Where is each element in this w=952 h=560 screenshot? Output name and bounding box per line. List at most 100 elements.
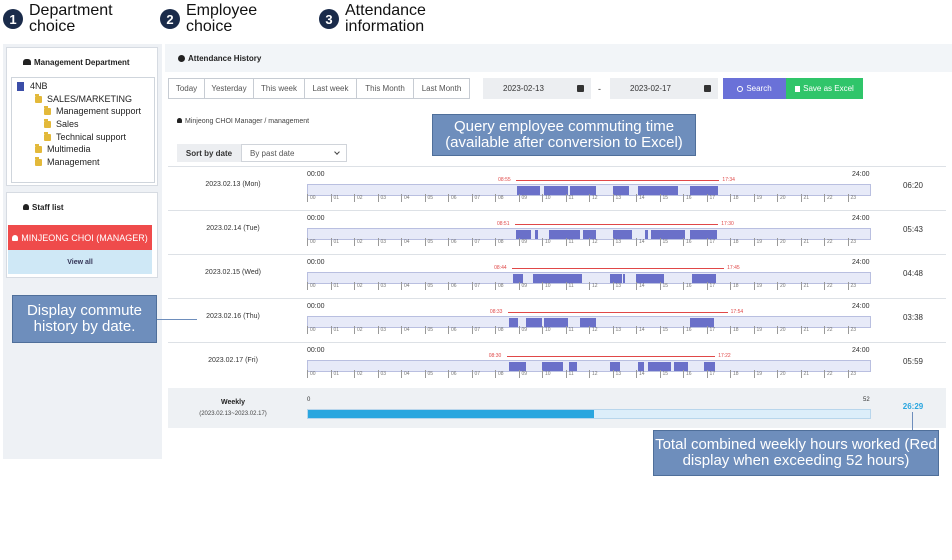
left-panel: Management Department 4NB SALES/MARKETIN… [3, 44, 162, 459]
hour-tick-label: 03 [377, 326, 386, 334]
hour-tick-label: 21 [800, 194, 809, 202]
hour-tick-label: 21 [800, 326, 809, 334]
sort-select[interactable]: By past date [241, 144, 347, 162]
range-this-week-button[interactable]: This week [253, 78, 305, 99]
weekly-label: Weekly [221, 399, 245, 406]
tree-node-sales-marketing[interactable]: SALES/MARKETING [35, 93, 132, 104]
hour-tick-label: 07 [471, 238, 480, 246]
hour-tick-label: 16 [683, 238, 692, 246]
sort-label: Sort by date [177, 144, 241, 162]
callout-history: Display commute history by date. [12, 295, 157, 343]
hour-tick-label: 06 [448, 326, 457, 334]
day-total: 05:43 [902, 225, 924, 234]
hour-tick-label: 18 [730, 326, 739, 334]
hour-tick-label: 05 [424, 282, 433, 290]
hour-tick-label: 23 [847, 282, 856, 290]
callout-weekly: Total combined weekly hours worked (Red … [653, 430, 939, 476]
hour-tick-label: 15 [659, 370, 668, 378]
weekly-range: (2023.02.13~2023.02.17) [199, 411, 267, 417]
folder-icon [35, 143, 42, 153]
hour-tick-label: 20 [777, 370, 786, 378]
tree-node-technical-support[interactable]: Technical support [44, 131, 126, 142]
hour-tick-label: 09 [518, 370, 527, 378]
hour-tick-label: 04 [401, 370, 410, 378]
hour-tick-label: 14 [636, 238, 645, 246]
hour-tick-label: 09 [518, 326, 527, 334]
hour-tick-label: 04 [401, 282, 410, 290]
hour-tick-label: 00 [307, 326, 316, 334]
range-this-month-button[interactable]: This Month [356, 78, 414, 99]
hour-tick-label: 19 [753, 282, 762, 290]
user-icon [177, 118, 182, 123]
row-divider [168, 166, 946, 167]
search-button[interactable]: Search [723, 78, 786, 99]
tree-node-sales[interactable]: Sales [44, 118, 79, 129]
hour-tick-label: 15 [659, 238, 668, 246]
hour-tick-label: 09 [518, 194, 527, 202]
hour-tick-label: 13 [612, 326, 621, 334]
tree-node-management[interactable]: Management [35, 156, 100, 167]
hour-tick-label: 21 [800, 282, 809, 290]
hour-tick-label: 04 [401, 326, 410, 334]
hour-tick-label: 00 [307, 282, 316, 290]
hour-tick-label: 16 [683, 326, 692, 334]
hour-tick-label: 17 [706, 194, 715, 202]
tree-node-4nb[interactable]: 4NB [17, 81, 48, 91]
hour-tick-label: 06 [448, 238, 457, 246]
department-box: Management Department 4NB SALES/MARKETIN… [6, 47, 158, 186]
calendar-icon[interactable] [577, 85, 584, 92]
day-date: 2023.02.14 (Tue) [206, 225, 260, 232]
hour-tick-label: 01 [330, 326, 339, 334]
tree-node-management-support[interactable]: Management support [44, 105, 141, 116]
hour-tick-label: 16 [683, 370, 692, 378]
hour-tick-label: 22 [824, 194, 833, 202]
row-divider [168, 342, 946, 343]
folder-icon [35, 156, 42, 166]
staff-title: Staff list [23, 203, 64, 212]
hour-tick-label: 14 [636, 282, 645, 290]
date-from-field[interactable]: 2023-02-13 [483, 78, 591, 99]
hour-tick-label: 11 [565, 326, 574, 334]
hour-tick-label: 17 [706, 238, 715, 246]
row-divider [168, 298, 946, 299]
hour-tick-label: 06 [448, 194, 457, 202]
axis-end-label: 24:00 [852, 303, 870, 310]
row-divider [168, 210, 946, 211]
folder-icon [35, 93, 42, 103]
hour-tick-label: 22 [824, 370, 833, 378]
hour-tick-label: 08 [495, 326, 504, 334]
weekly-progress-bar [307, 409, 871, 419]
date-separator: - [598, 84, 601, 94]
hour-tick-label: 23 [847, 238, 856, 246]
hour-tick-label: 10 [542, 194, 551, 202]
hour-tick-label: 07 [471, 326, 480, 334]
hour-ticks: 00 01 02 03 04 05 06 07 08 09 10 11 12 13 14 15 16 17 18 19… [307, 370, 871, 378]
hour-tick-label: 12 [589, 370, 598, 378]
folder-icon [44, 118, 51, 128]
hour-tick-label: 13 [612, 282, 621, 290]
hour-tick-label: 07 [471, 282, 480, 290]
step-number: 3 [319, 9, 339, 29]
step-attendance: 3 Attendance information [319, 3, 455, 35]
hour-tick-label: 12 [589, 238, 598, 246]
hour-tick-label: 05 [424, 238, 433, 246]
calendar-icon[interactable] [704, 85, 711, 92]
search-icon [737, 85, 744, 92]
view-all-button[interactable]: View all [8, 250, 152, 274]
step-number: 2 [160, 9, 180, 29]
user-icon [23, 204, 29, 210]
save-excel-button[interactable]: Save as Excel [786, 78, 863, 99]
axis-end-label: 24:00 [852, 171, 870, 178]
range-today-button[interactable]: Today [168, 78, 205, 99]
range-last-week-button[interactable]: Last week [304, 78, 357, 99]
building-icon [17, 81, 24, 91]
staff-item-selected[interactable]: MINJEONG CHOI (MANAGER) [8, 225, 152, 250]
range-yesterday-button[interactable]: Yesterday [204, 78, 254, 99]
hour-tick-label: 14 [636, 370, 645, 378]
date-to-field[interactable]: 2023-02-17 [610, 78, 718, 99]
hour-tick-label: 21 [800, 370, 809, 378]
axis-end-label: 24:00 [852, 347, 870, 354]
hour-tick-label: 15 [659, 282, 668, 290]
tree-node-multimedia[interactable]: Multimedia [35, 143, 91, 154]
range-last-month-button[interactable]: Last Month [413, 78, 470, 99]
